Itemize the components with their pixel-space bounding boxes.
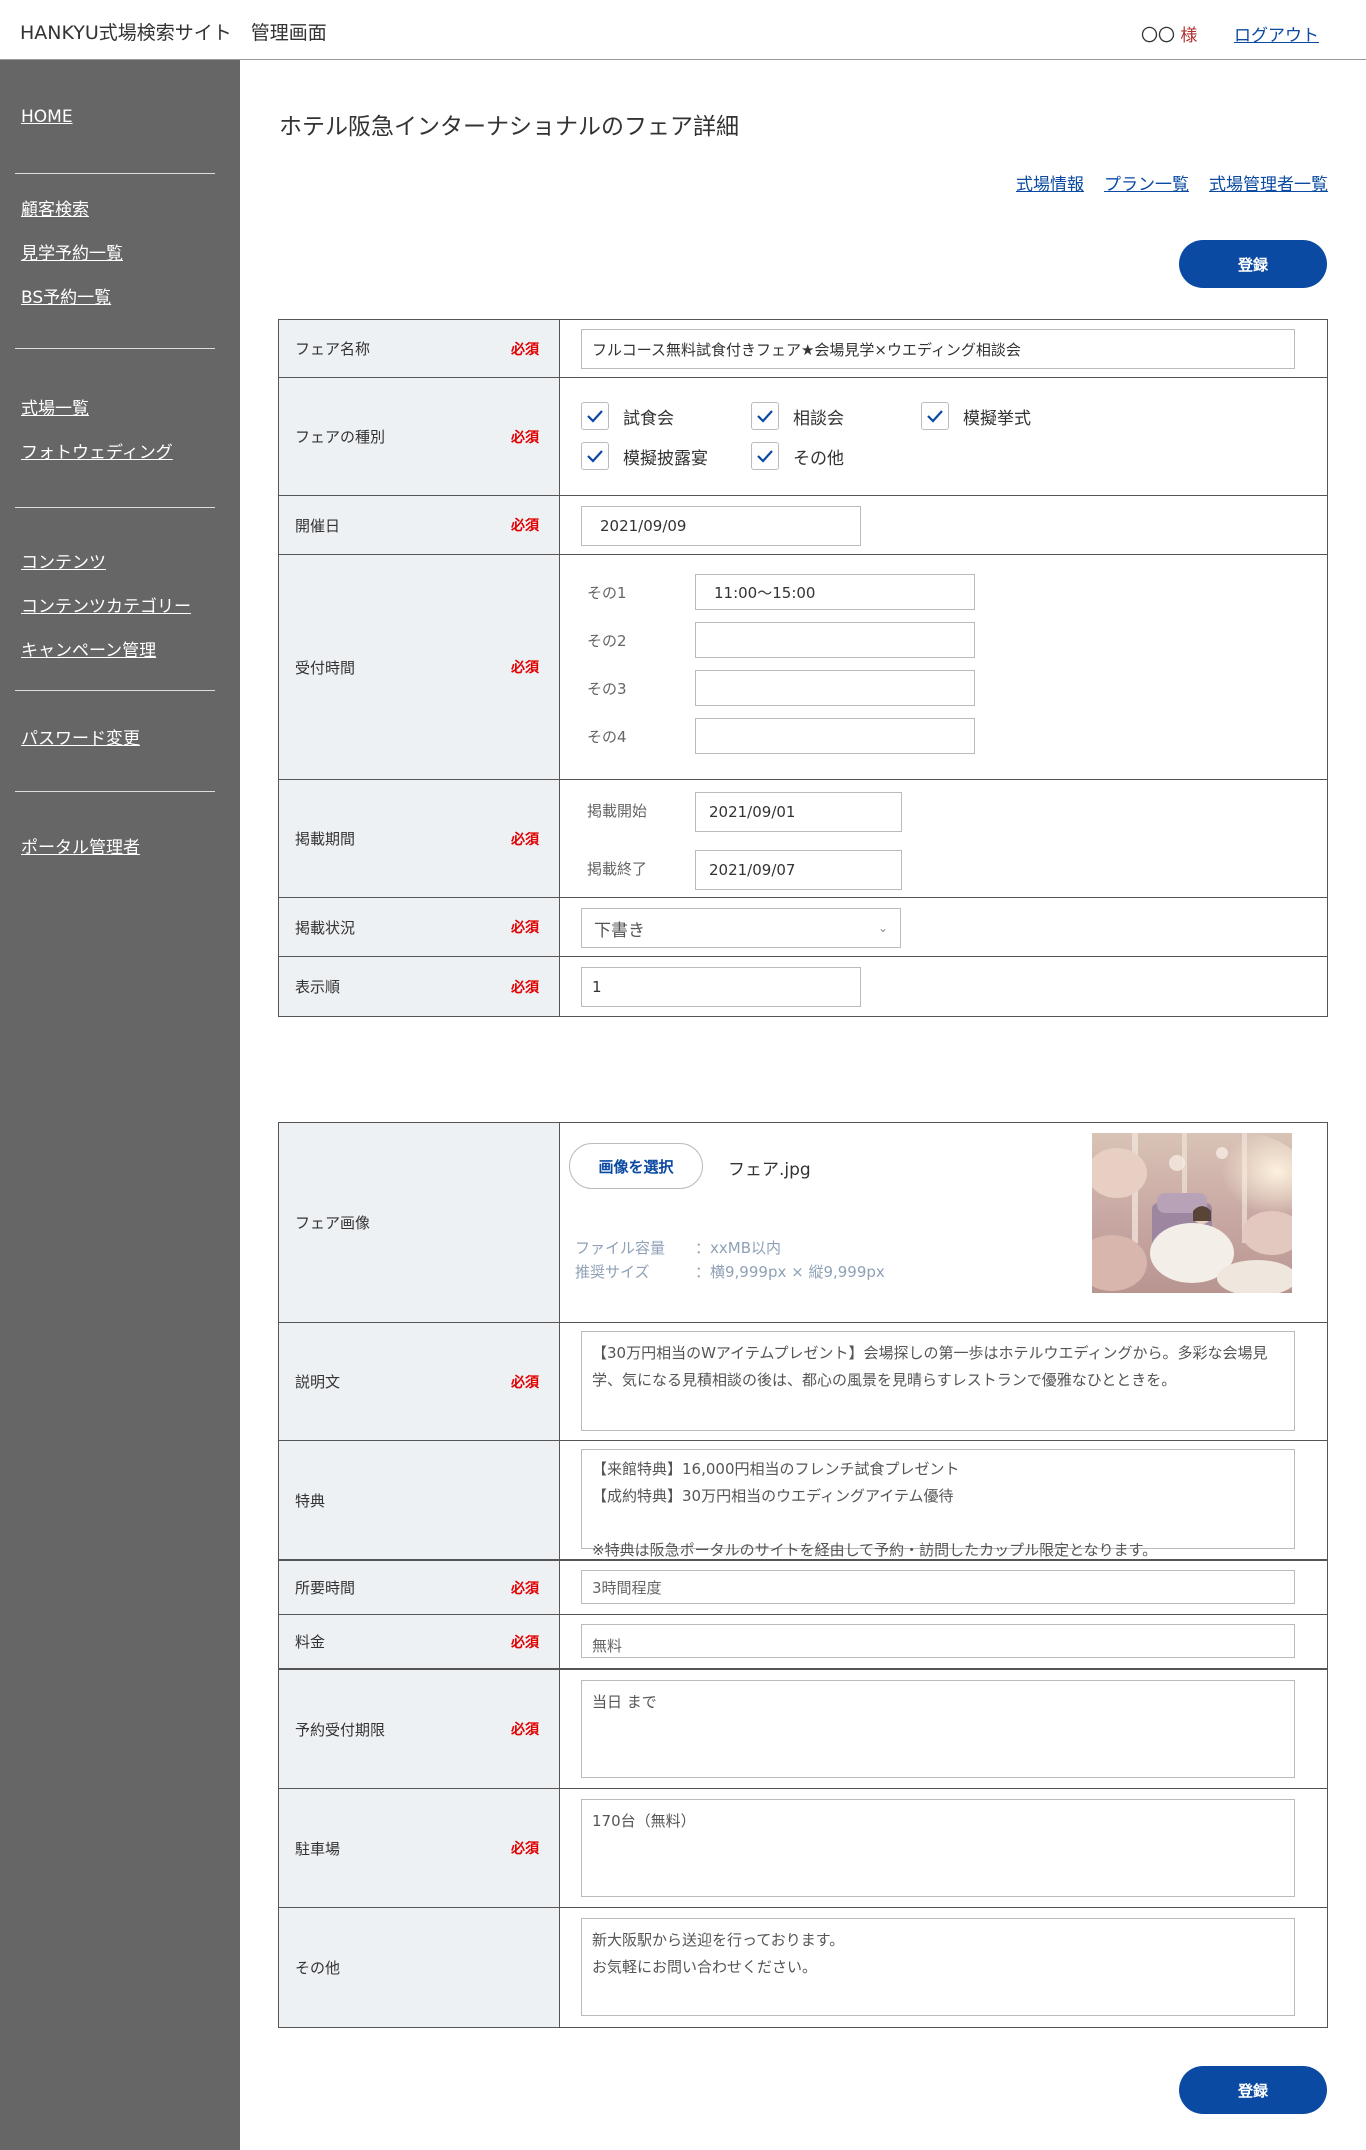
field-label: 掲載期間 必須	[279, 780, 560, 897]
sidebar-item-password[interactable]: パスワード変更	[21, 724, 140, 749]
reception-slot-3-input[interactable]	[695, 670, 975, 706]
check-icon	[921, 402, 949, 430]
slot-label: その2	[587, 632, 627, 650]
field-label: 説明文 必須	[279, 1323, 560, 1440]
publish-start-label: 掲載開始	[587, 802, 648, 820]
recommended-size-note: 推奨サイズ ：横9,999px × 縦9,999px	[575, 1263, 885, 1281]
sidebar-item-content-categories[interactable]: コンテンツカテゴリー	[21, 592, 191, 617]
row-fair-type: フェアの種別 必須 試食会 相談会 模擬挙式 模擬披露宴 その他	[279, 378, 1327, 496]
sidebar-item-campaigns[interactable]: キャンペーン管理	[21, 636, 156, 661]
select-image-button[interactable]: 画像を選択	[569, 1143, 703, 1189]
field-label: 表示順 必須	[279, 957, 560, 1016]
venue-admin-list-link[interactable]: 式場管理者一覧	[1209, 170, 1328, 195]
sidebar: HOME 顧客検索 見学予約一覧 BS予約一覧 式場一覧 フォトウェディング コ…	[0, 60, 240, 2150]
check-icon	[581, 442, 609, 470]
checkbox-other[interactable]: その他	[751, 442, 844, 470]
row-parking: 駐車場 必須 170台（無料）	[279, 1789, 1327, 1908]
checkbox-tasting[interactable]: 試食会	[581, 402, 674, 430]
field-label: 予約受付期限 必須	[279, 1670, 560, 1788]
file-size-note: ファイル容量 ：xxMB以内	[575, 1239, 781, 1257]
fair-image-thumbnail	[1092, 1133, 1292, 1293]
app-header: HANKYU式場検索サイト 管理画面 〇〇 様 ログアウト	[0, 0, 1366, 60]
checkbox-mock-ceremony[interactable]: 模擬挙式	[921, 402, 1031, 430]
field-label: 所要時間 必須	[279, 1561, 560, 1614]
sidebar-item-visit-reservations[interactable]: 見学予約一覧	[21, 239, 123, 264]
parking-textarea[interactable]: 170台（無料）	[581, 1799, 1295, 1897]
fair-detail-form: フェア画像 画像を選択 フェア.jpg ファイル容量 ：xxMB以内 推奨サイズ：…	[278, 1122, 1328, 2028]
description-textarea[interactable]: 【30万円相当のWアイテムプレゼント】会場探しの第一歩はホテルウエディングから。…	[581, 1331, 1295, 1431]
logout-link[interactable]: ログアウト	[1234, 21, 1319, 46]
field-label: 駐車場 必須	[279, 1789, 560, 1907]
row-publish-period: 掲載期間 必須 掲載開始 2021/09/01 掲載終了 2021/09/07	[279, 780, 1327, 898]
display-order-input[interactable]: 1	[581, 967, 861, 1007]
sidebar-item-home[interactable]: HOME	[21, 107, 73, 127]
page-title: ホテル阪急インターナショナルのフェア詳細	[279, 114, 739, 140]
row-fee: 料金 必須 無料	[279, 1615, 1327, 1670]
row-reservation-deadline: 予約受付期限 必須 当日 まで	[279, 1670, 1327, 1789]
fee-input[interactable]: 無料	[581, 1624, 1295, 1658]
row-publish-status: 掲載状況 必須 下書き ⌄	[279, 898, 1327, 957]
checkbox-consultation[interactable]: 相談会	[751, 402, 844, 430]
publish-status-select[interactable]: 下書き ⌄	[581, 908, 901, 948]
app-title: HANKYU式場検索サイト 管理画面	[20, 22, 327, 44]
row-date: 開催日 必須 2021/09/09	[279, 496, 1327, 555]
sidebar-divider	[15, 173, 215, 174]
reception-slot-1-input[interactable]: 11:00〜15:00	[695, 574, 975, 610]
publish-end-label: 掲載終了	[587, 860, 648, 878]
sidebar-item-bs-reservations[interactable]: BS予約一覧	[21, 283, 111, 308]
fair-name-input[interactable]: フルコース無料試食付きフェア★会場見学×ウエディング相談会	[581, 329, 1295, 369]
field-label: 開催日 必須	[279, 496, 560, 554]
field-label: フェア名称 必須	[279, 320, 560, 377]
reception-slot-2-input[interactable]	[695, 622, 975, 658]
field-label: 受付時間 必須	[279, 555, 560, 779]
field-label: フェアの種別 必須	[279, 378, 560, 495]
field-label: 掲載状況 必須	[279, 898, 560, 956]
other-textarea[interactable]: 新大阪駅から送迎を行っております。 お気軽にお問い合わせください。	[581, 1918, 1295, 2016]
row-fair-name: フェア名称 必須 フルコース無料試食付きフェア★会場見学×ウエディング相談会	[279, 320, 1327, 378]
sidebar-item-venues[interactable]: 式場一覧	[21, 394, 89, 419]
user-name: 〇〇 様	[1141, 26, 1198, 46]
field-label: その他	[279, 1908, 560, 2027]
row-display-order: 表示順 必須 1	[279, 957, 1327, 1016]
fair-basic-form: フェア名称 必須 フルコース無料試食付きフェア★会場見学×ウエディング相談会 フェ…	[278, 319, 1328, 1017]
reception-slot-4-input[interactable]	[695, 718, 975, 754]
sidebar-divider	[15, 791, 215, 792]
chevron-down-icon: ⌄	[877, 921, 888, 935]
sidebar-item-customer-search[interactable]: 顧客検索	[21, 195, 89, 220]
register-button-top[interactable]: 登録	[1179, 240, 1327, 288]
sidebar-item-contents[interactable]: コンテンツ	[21, 548, 106, 573]
slot-label: その3	[587, 680, 627, 698]
checkbox-mock-reception[interactable]: 模擬披露宴	[581, 442, 708, 470]
row-fair-image: フェア画像 画像を選択 フェア.jpg ファイル容量 ：xxMB以内 推奨サイズ：…	[279, 1123, 1327, 1323]
row-other: その他 新大阪駅から送迎を行っております。 お気軽にお問い合わせください。	[279, 1908, 1327, 2027]
image-filename: フェア.jpg	[728, 1160, 811, 1180]
publish-start-input[interactable]: 2021/09/01	[695, 792, 902, 832]
publish-end-input[interactable]: 2021/09/07	[695, 850, 902, 890]
sidebar-item-photo-wedding[interactable]: フォトウェディング	[21, 438, 173, 463]
reservation-deadline-textarea[interactable]: 当日 まで	[581, 1680, 1295, 1778]
sidebar-divider	[15, 348, 215, 349]
plan-list-link[interactable]: プラン一覧	[1104, 170, 1189, 195]
slot-label: その1	[587, 584, 627, 602]
sidebar-divider	[15, 690, 215, 691]
check-icon	[751, 402, 779, 430]
field-label: 特典	[279, 1441, 560, 1559]
check-icon	[581, 402, 609, 430]
slot-label: その4	[587, 728, 627, 746]
register-button-bottom[interactable]: 登録	[1179, 2066, 1327, 2114]
venue-info-link[interactable]: 式場情報	[1016, 170, 1084, 195]
sidebar-item-portal-admins[interactable]: ポータル管理者	[21, 833, 140, 858]
venue-nav-links: 式場情報 プラン一覧 式場管理者一覧	[1016, 170, 1328, 195]
benefit-textarea[interactable]: 【来館特典】16,000円相当のフレンチ試食プレゼント 【成約特典】30万円相当…	[581, 1449, 1295, 1559]
row-benefit: 特典 【来館特典】16,000円相当のフレンチ試食プレゼント 【成約特典】30万…	[279, 1441, 1327, 1561]
row-duration: 所要時間 必須 3時間程度	[279, 1561, 1327, 1615]
sidebar-divider	[15, 507, 215, 508]
check-icon	[751, 442, 779, 470]
field-label: 料金 必須	[279, 1615, 560, 1668]
duration-input[interactable]: 3時間程度	[581, 1570, 1295, 1604]
row-description: 説明文 必須 【30万円相当のWアイテムプレゼント】会場探しの第一歩はホテルウエデ…	[279, 1323, 1327, 1441]
field-label: フェア画像	[279, 1123, 560, 1322]
date-input[interactable]: 2021/09/09	[581, 506, 861, 546]
row-reception-time: 受付時間 必須 その1 11:00〜15:00 その2 その3 その4	[279, 555, 1327, 780]
